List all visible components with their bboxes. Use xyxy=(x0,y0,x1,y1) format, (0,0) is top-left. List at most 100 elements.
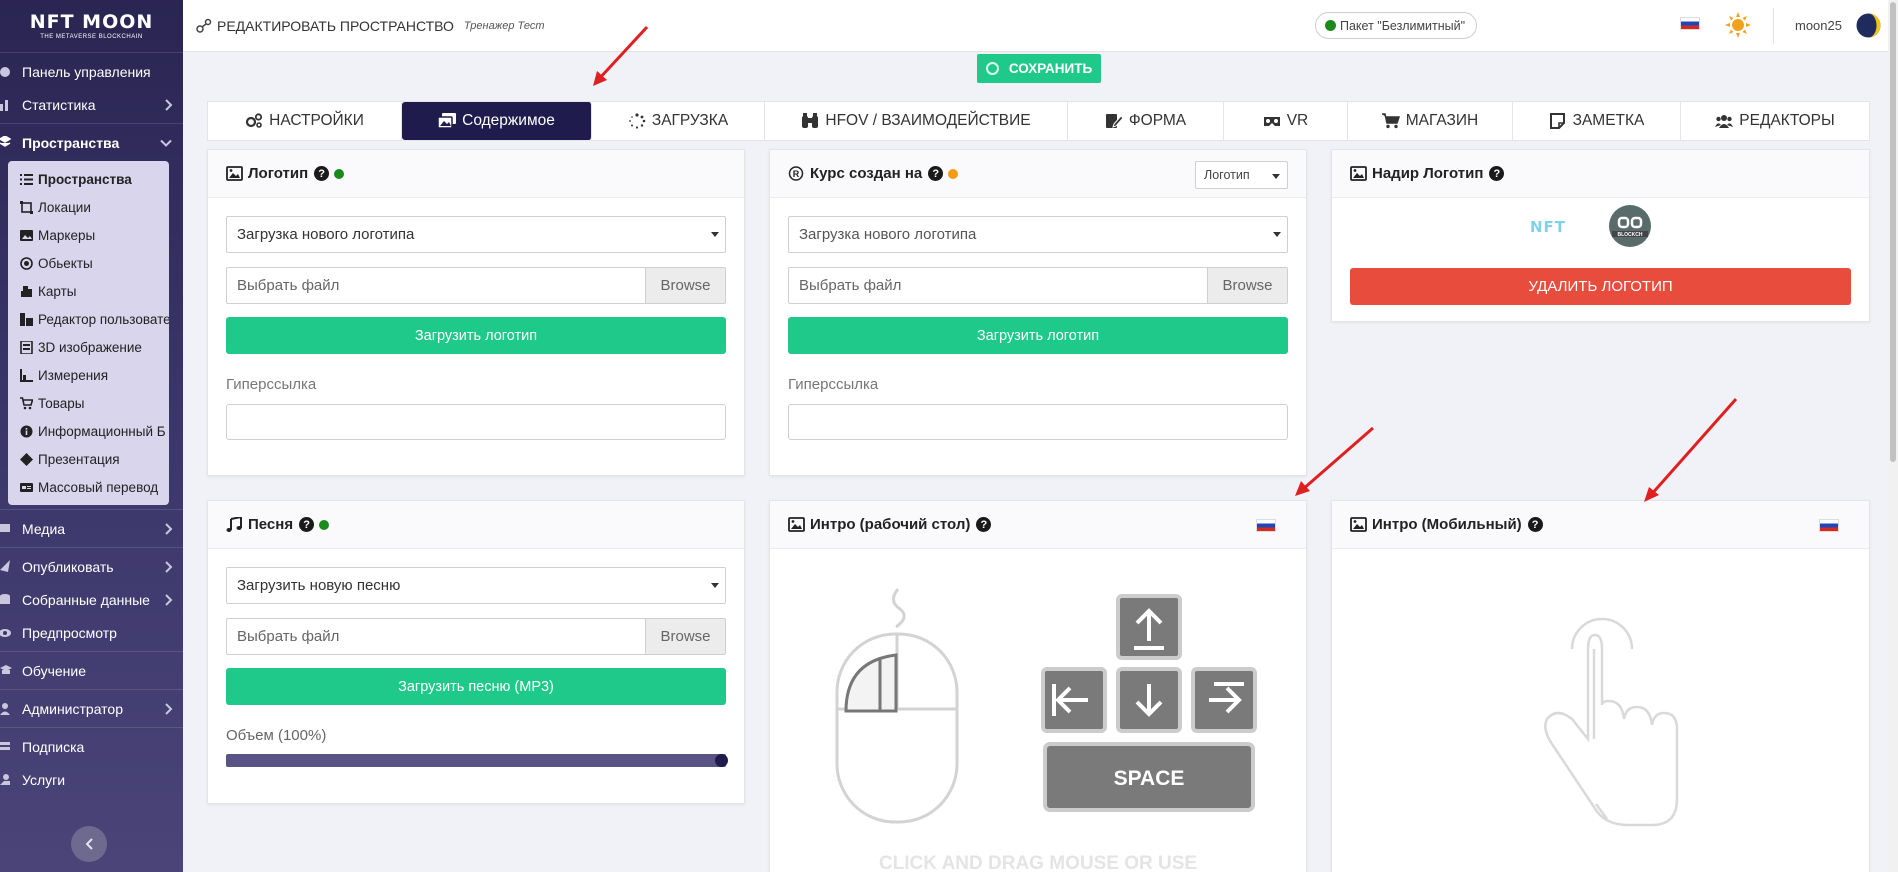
sidebar-item-dashboard[interactable]: Панель управления xyxy=(0,55,183,88)
help-icon[interactable]: ? xyxy=(976,517,992,532)
images-icon xyxy=(438,113,457,129)
save-button[interactable]: СОХРАНИТЬ xyxy=(977,54,1101,83)
sidebar: NFT MOON THE METAVERSE BLOCKCHAIN Панель… xyxy=(0,0,183,872)
sidebar-collapse-button[interactable] xyxy=(71,826,107,862)
spaces-submenu: Пространства Локации Маркеры Обьекты Кар… xyxy=(8,161,169,505)
submenu-item-3d-image[interactable]: 3D изображение xyxy=(8,333,169,361)
sidebar-item-collected-data[interactable]: Собранные данные xyxy=(0,583,183,616)
browse-button[interactable]: Browse xyxy=(1207,268,1287,303)
submenu-item-objects[interactable]: Обьекты xyxy=(8,249,169,277)
sun-theme-icon[interactable] xyxy=(1725,12,1751,38)
blockchain-badge-icon: BLOCKCH xyxy=(1609,205,1651,247)
intro-desktop-image[interactable]: SPACE CLICK AND DRAG MOUSE OR USE xyxy=(770,549,1306,871)
submenu-item-info-block[interactable]: Информационный Б xyxy=(8,417,169,445)
brand-logo[interactable]: NFT MOON THE METAVERSE BLOCKCHAIN xyxy=(0,0,183,50)
eye-icon xyxy=(0,628,11,637)
song-source-select[interactable]: Загрузить новую песню xyxy=(226,567,726,604)
sidebar-item-label: Собранные данные xyxy=(22,591,150,608)
course-file-input[interactable]: Выбрать файл Browse xyxy=(788,267,1288,304)
binoculars-icon xyxy=(802,113,819,128)
package-badge[interactable]: Пакет "Безлимитный" xyxy=(1315,12,1478,39)
help-icon[interactable]: ? xyxy=(928,166,944,181)
sidebar-item-publish[interactable]: Опубликовать xyxy=(0,550,183,583)
tab-loading[interactable]: ЗАГРУЗКА xyxy=(592,102,765,140)
logo-card: Логотип ? Загрузка нового логотипа Выбра… xyxy=(207,149,745,476)
sidebar-item-services[interactable]: Услуги xyxy=(0,763,183,796)
tab-form[interactable]: ФОРМА xyxy=(1068,102,1224,140)
sidebar-item-learning[interactable]: Обучение xyxy=(0,654,183,687)
upload-song-button[interactable]: Загрузить песню (MP3) xyxy=(226,668,726,705)
volume-slider-handle[interactable] xyxy=(715,754,728,767)
help-icon[interactable]: ? xyxy=(299,517,315,532)
annotation-arrow-icon xyxy=(1644,398,1738,502)
submenu-item-label: Пространства xyxy=(38,171,132,187)
tab-store[interactable]: МАГАЗИН xyxy=(1348,102,1513,140)
course-logo-source-select[interactable]: Загрузка нового логотипа xyxy=(788,216,1288,253)
logo-file-input[interactable]: Выбрать файл Browse xyxy=(226,267,726,304)
username[interactable]: moon25 xyxy=(1795,18,1842,33)
upload-course-logo-button[interactable]: Загрузить логотип xyxy=(788,317,1288,354)
submenu-item-markers[interactable]: Маркеры xyxy=(8,221,169,249)
arrow-keys-illustration-icon: SPACE xyxy=(1041,594,1257,812)
user-editor-icon xyxy=(20,312,33,326)
course-card-header: R Курс создан на ? Логотип xyxy=(770,150,1306,198)
submenu-item-label: Карты xyxy=(38,283,77,299)
submenu-item-products[interactable]: Товары xyxy=(8,389,169,417)
chevron-left-icon xyxy=(85,838,93,850)
sidebar-item-media[interactable]: Медиа xyxy=(0,512,183,545)
submenu-item-mass-translate[interactable]: Массовый перевод xyxy=(8,473,169,501)
nft-logo-image: NFT xyxy=(1530,218,1567,236)
sidebar-item-subscription[interactable]: Подписка xyxy=(0,730,183,763)
submenu-item-label: Измерения xyxy=(38,367,109,383)
course-hyperlink-input[interactable] xyxy=(788,404,1288,440)
submenu-item-label: Товары xyxy=(38,395,85,411)
course-type-select[interactable]: Логотип xyxy=(1195,161,1288,189)
tap-hand-illustration-icon xyxy=(1544,617,1679,827)
submenu-item-locations[interactable]: Локации xyxy=(8,193,169,221)
divider xyxy=(0,52,183,53)
browse-button[interactable]: Browse xyxy=(645,619,725,654)
chevron-down-icon xyxy=(160,139,172,147)
sidebar-item-statistics[interactable]: Статистика xyxy=(0,88,183,121)
sidebar-item-admin[interactable]: Администратор xyxy=(0,692,183,725)
cart-icon xyxy=(20,396,33,409)
submenu-item-user-editor[interactable]: Редактор пользовате xyxy=(8,305,169,333)
note-icon xyxy=(1549,113,1565,129)
upload-logo-button[interactable]: Загрузить логотип xyxy=(226,317,726,354)
sidebar-item-preview[interactable]: Предпросмотр xyxy=(0,616,183,649)
language-flag-ru-icon[interactable] xyxy=(1256,519,1276,532)
tab-vr[interactable]: VR xyxy=(1224,102,1348,140)
tab-editors[interactable]: РЕДАКТОРЫ xyxy=(1681,102,1869,140)
image-3d-icon xyxy=(20,340,33,354)
language-flag-ru-icon[interactable] xyxy=(1680,17,1700,30)
tab-settings[interactable]: НАСТРОЙКИ xyxy=(208,102,402,140)
submenu-item-presentation[interactable]: Презентация xyxy=(8,445,169,473)
delete-logo-button[interactable]: УДАЛИТЬ ЛОГОТИП xyxy=(1350,268,1851,305)
page-scrollbar-thumb[interactable] xyxy=(1890,2,1896,462)
language-flag-ru-icon[interactable] xyxy=(1819,519,1839,532)
page-scrollbar-track[interactable] xyxy=(1888,0,1898,872)
tab-label: ФОРМА xyxy=(1128,112,1187,129)
annotation-arrow-icon xyxy=(1295,426,1374,496)
tab-hfov-interaction[interactable]: HFOV / ВЗАИМОДЕЙСТВИЕ xyxy=(765,102,1068,140)
tab-content[interactable]: Содержимое xyxy=(402,102,592,140)
volume-slider[interactable] xyxy=(226,754,728,767)
location-icon xyxy=(20,200,33,214)
hyperlink-input[interactable] xyxy=(226,404,726,440)
help-icon[interactable]: ? xyxy=(1489,166,1505,181)
help-icon[interactable]: ? xyxy=(314,166,330,181)
song-file-input[interactable]: Выбрать файл Browse xyxy=(226,618,726,655)
intro-mobile-image[interactable] xyxy=(1332,549,1869,871)
help-icon[interactable]: ? xyxy=(1527,517,1543,532)
logo-source-select[interactable]: Загрузка нового логотипа xyxy=(226,216,726,253)
tab-note[interactable]: ЗАМЕТКА xyxy=(1513,102,1681,140)
learning-icon xyxy=(0,664,12,674)
select-value: Загрузить новую песню xyxy=(237,577,401,594)
submenu-item-spaces[interactable]: Пространства xyxy=(8,165,169,193)
user-avatar-icon[interactable] xyxy=(1856,13,1881,38)
sidebar-item-spaces[interactable]: Пространства xyxy=(0,126,183,159)
browse-button[interactable]: Browse xyxy=(645,268,725,303)
submenu-item-measurements[interactable]: Измерения xyxy=(8,361,169,389)
submenu-item-maps[interactable]: Карты xyxy=(8,277,169,305)
stats-icon xyxy=(0,99,8,111)
